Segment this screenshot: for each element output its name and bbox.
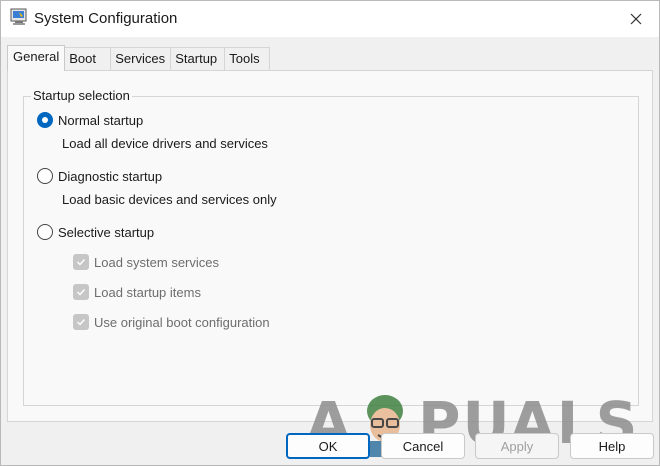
normal-startup-option[interactable]: Normal startup (37, 112, 143, 128)
selective-startup-label: Selective startup (58, 224, 155, 240)
tab-boot[interactable]: Boot (64, 47, 112, 71)
load-system-services-label: Load system services (94, 254, 219, 270)
system-configuration-window: System Configuration General Boot Servic… (0, 0, 660, 466)
diagnostic-startup-description: Load basic devices and services only (62, 192, 277, 207)
normal-startup-radio[interactable] (37, 112, 53, 128)
cancel-button[interactable]: Cancel (381, 433, 465, 459)
tab-general[interactable]: General (7, 45, 66, 71)
startup-selection-group: Startup selection Normal startup Load al… (23, 88, 639, 406)
normal-startup-label: Normal startup (58, 112, 144, 128)
load-system-services-option: Load system services (73, 254, 219, 270)
load-startup-items-option: Load startup items (73, 284, 201, 300)
use-original-boot-config-option: Use original boot configuration (73, 314, 270, 330)
checkmark-icon (77, 289, 86, 296)
startup-selection-legend: Startup selection (31, 88, 132, 103)
use-original-boot-config-label: Use original boot configuration (94, 314, 270, 330)
load-startup-items-label: Load startup items (94, 284, 201, 300)
load-system-services-checkbox (73, 254, 89, 270)
general-tab-panel: Startup selection Normal startup Load al… (7, 70, 653, 422)
tab-services[interactable]: Services (110, 47, 172, 71)
tab-strip: General Boot Services Startup Tools (7, 45, 271, 71)
msconfig-app-icon (10, 8, 27, 25)
close-button[interactable] (613, 1, 659, 37)
selective-startup-option[interactable]: Selective startup (37, 224, 154, 240)
normal-startup-description: Load all device drivers and services (62, 136, 268, 151)
checkmark-icon (77, 259, 86, 266)
use-original-boot-config-checkbox (73, 314, 89, 330)
checkmark-icon (77, 319, 86, 326)
diagnostic-startup-label: Diagnostic startup (58, 168, 163, 184)
ok-button[interactable]: OK (286, 433, 370, 459)
window-title: System Configuration (34, 10, 178, 27)
help-button[interactable]: Help (570, 433, 654, 459)
load-startup-items-checkbox (73, 284, 89, 300)
selective-startup-radio[interactable] (37, 224, 53, 240)
title-bar[interactable]: System Configuration (1, 1, 659, 37)
diagnostic-startup-radio[interactable] (37, 168, 53, 184)
tab-startup[interactable]: Startup (170, 47, 226, 71)
close-icon (630, 13, 642, 25)
tab-tools[interactable]: Tools (224, 47, 271, 71)
apply-button[interactable]: Apply (475, 433, 559, 459)
diagnostic-startup-option[interactable]: Diagnostic startup (37, 168, 162, 184)
